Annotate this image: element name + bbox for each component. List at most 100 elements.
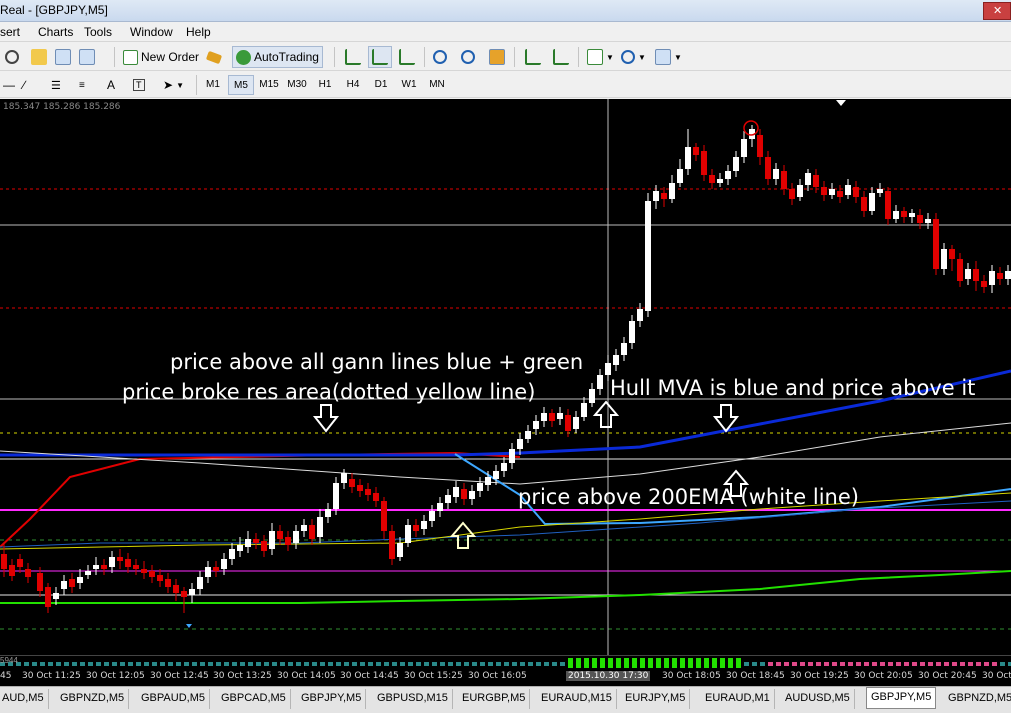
chevron-down-icon: ▼ xyxy=(674,52,682,62)
indicator-bar xyxy=(592,658,597,668)
timeframe-h4[interactable]: H4 xyxy=(340,75,366,95)
indicator-bar xyxy=(232,662,237,666)
down-arrow-resistance xyxy=(312,404,340,433)
drawing-toolbar: — ∕ ☰ ≡ A T ➤ ▼ M1 M5 M15 M30 H1 H4 D1 W1… xyxy=(0,72,1011,98)
bull-candle xyxy=(317,517,323,537)
line-chart-button[interactable] xyxy=(396,46,418,68)
market-watch-button[interactable] xyxy=(52,46,74,68)
timeframe-m1[interactable]: M1 xyxy=(200,75,226,95)
timeframe-d1[interactable]: D1 xyxy=(368,75,394,95)
bull-candle xyxy=(437,503,443,511)
new-order-icon xyxy=(123,49,138,65)
new-order-button[interactable]: New Order xyxy=(120,46,202,68)
indicator-bar xyxy=(536,662,541,666)
annotation-hull: Hull MVA is blue and price above it xyxy=(610,376,976,400)
timeframe-m15[interactable]: M15 xyxy=(256,75,282,95)
indicator-subwindow[interactable]: 5944 xyxy=(0,655,1011,669)
candle-chart-button[interactable] xyxy=(368,46,392,68)
templates-button[interactable]: ▼ xyxy=(652,46,685,68)
bear-candle xyxy=(101,565,107,569)
line-chart-icon xyxy=(399,49,415,65)
tab-audusd-m5[interactable]: AUDUSD,M5 xyxy=(781,689,855,709)
tab-euraud-m1[interactable]: EURAUD,M1 xyxy=(701,689,775,709)
fibonacci-tool[interactable]: ≡ xyxy=(76,74,88,96)
indicator-bar xyxy=(968,662,973,666)
menu-help[interactable]: Help xyxy=(186,25,211,39)
tab-gbpaud-m5[interactable]: AUD,M5 xyxy=(0,689,49,709)
bear-candle xyxy=(173,585,179,593)
crosshair-tool-button[interactable] xyxy=(2,46,22,68)
bear-candle xyxy=(213,567,219,571)
menu-charts[interactable]: Charts xyxy=(38,25,73,39)
arrows-tool[interactable]: ➤ ▼ xyxy=(160,74,187,96)
tab-gbpjpy-m5-active[interactable]: GBPJPY,M5 xyxy=(866,687,937,709)
bull-candle xyxy=(429,511,435,521)
timeframe-h1[interactable]: H1 xyxy=(312,75,338,95)
toolbar-separator xyxy=(578,47,579,67)
standard-toolbar: New Order AutoTrading ▼ ▼ ▼ xyxy=(0,43,1011,71)
price-chart[interactable]: 185.347 185.286 185.286 price above all … xyxy=(0,99,1011,655)
menu-insert[interactable]: sert xyxy=(0,25,20,39)
bull-candle xyxy=(533,421,539,429)
tab-gbpnzd-m5[interactable]: GBPNZD,M5 xyxy=(944,689,1011,709)
zoom-out-button[interactable] xyxy=(458,46,478,68)
label-tool[interactable]: T xyxy=(130,74,148,96)
tab-gbpjpy-m5[interactable]: GBPJPY,M5 xyxy=(297,689,367,709)
indicator-bar xyxy=(624,658,629,668)
indicator-bar xyxy=(176,662,181,666)
template-icon xyxy=(655,49,671,65)
profiles-button[interactable] xyxy=(28,46,50,68)
indicators-button[interactable]: ▼ xyxy=(584,46,617,68)
tab-eurjpy-m5[interactable]: EURJPY,M5 xyxy=(621,689,691,709)
tab-gbpaud-m5[interactable]: GBPAUD,M5 xyxy=(137,689,210,709)
bull-candle xyxy=(477,483,483,491)
horizontal-line-tool[interactable]: — xyxy=(0,74,18,96)
close-button[interactable] xyxy=(983,2,1011,20)
timeframe-w1[interactable]: W1 xyxy=(396,75,422,95)
tab-gbpusd-m15[interactable]: GBPUSD,M15 xyxy=(373,689,453,709)
bar-chart-button[interactable] xyxy=(342,46,364,68)
auto-scroll-button[interactable] xyxy=(550,46,572,68)
text-tool[interactable]: A xyxy=(104,74,118,96)
menu-tools[interactable]: Tools xyxy=(84,25,112,39)
channel-tool[interactable]: ☰ xyxy=(48,74,64,96)
indicator-bar xyxy=(168,662,173,666)
indicator-bar xyxy=(808,662,813,666)
tab-eurgbp-m5[interactable]: EURGBP,M5 xyxy=(458,689,531,709)
indicator-bar xyxy=(192,662,197,666)
indicator-bar xyxy=(800,662,805,666)
tile-windows-button[interactable] xyxy=(486,46,508,68)
indicator-bar xyxy=(424,662,429,666)
indicator-bar xyxy=(928,662,933,666)
menu-window[interactable]: Window xyxy=(130,25,173,39)
navigator-button[interactable] xyxy=(76,46,98,68)
indicator-bar xyxy=(760,662,765,666)
timeframe-mn[interactable]: MN xyxy=(424,75,450,95)
up-arrow-breakout xyxy=(592,400,620,428)
bull-candle xyxy=(597,375,603,389)
bar-chart-icon xyxy=(345,49,361,65)
arrow-icon: ➤ xyxy=(163,78,174,92)
chart-shift-button[interactable] xyxy=(522,46,544,68)
timeframe-m30[interactable]: M30 xyxy=(284,75,310,95)
bear-candle xyxy=(45,587,51,607)
timeframe-m5[interactable]: M5 xyxy=(228,75,254,95)
autotrading-button[interactable]: AutoTrading xyxy=(232,46,323,68)
indicator-bar xyxy=(512,662,517,666)
trendline-tool[interactable]: ∕ xyxy=(20,74,28,96)
indicator-bar xyxy=(552,662,557,666)
indicator-canvas xyxy=(0,658,1011,668)
zoom-in-button[interactable] xyxy=(430,46,450,68)
window-title: Real - [GBPJPY,M5] xyxy=(0,3,108,17)
tab-gbpnzd-m5[interactable]: GBPNZD,M5 xyxy=(56,689,130,709)
tab-gbpcad-m5[interactable]: GBPCAD,M5 xyxy=(217,689,291,709)
metaeditor-button[interactable] xyxy=(204,46,224,68)
periods-button[interactable]: ▼ xyxy=(618,46,649,68)
bull-candle xyxy=(741,139,747,157)
bear-candle xyxy=(357,485,363,491)
window-icon xyxy=(55,49,71,65)
tab-euraud-m15[interactable]: EURAUD,M15 xyxy=(537,689,617,709)
bull-candle xyxy=(965,269,971,279)
indicator-bar xyxy=(352,662,357,666)
zoom-out-icon xyxy=(461,50,475,64)
